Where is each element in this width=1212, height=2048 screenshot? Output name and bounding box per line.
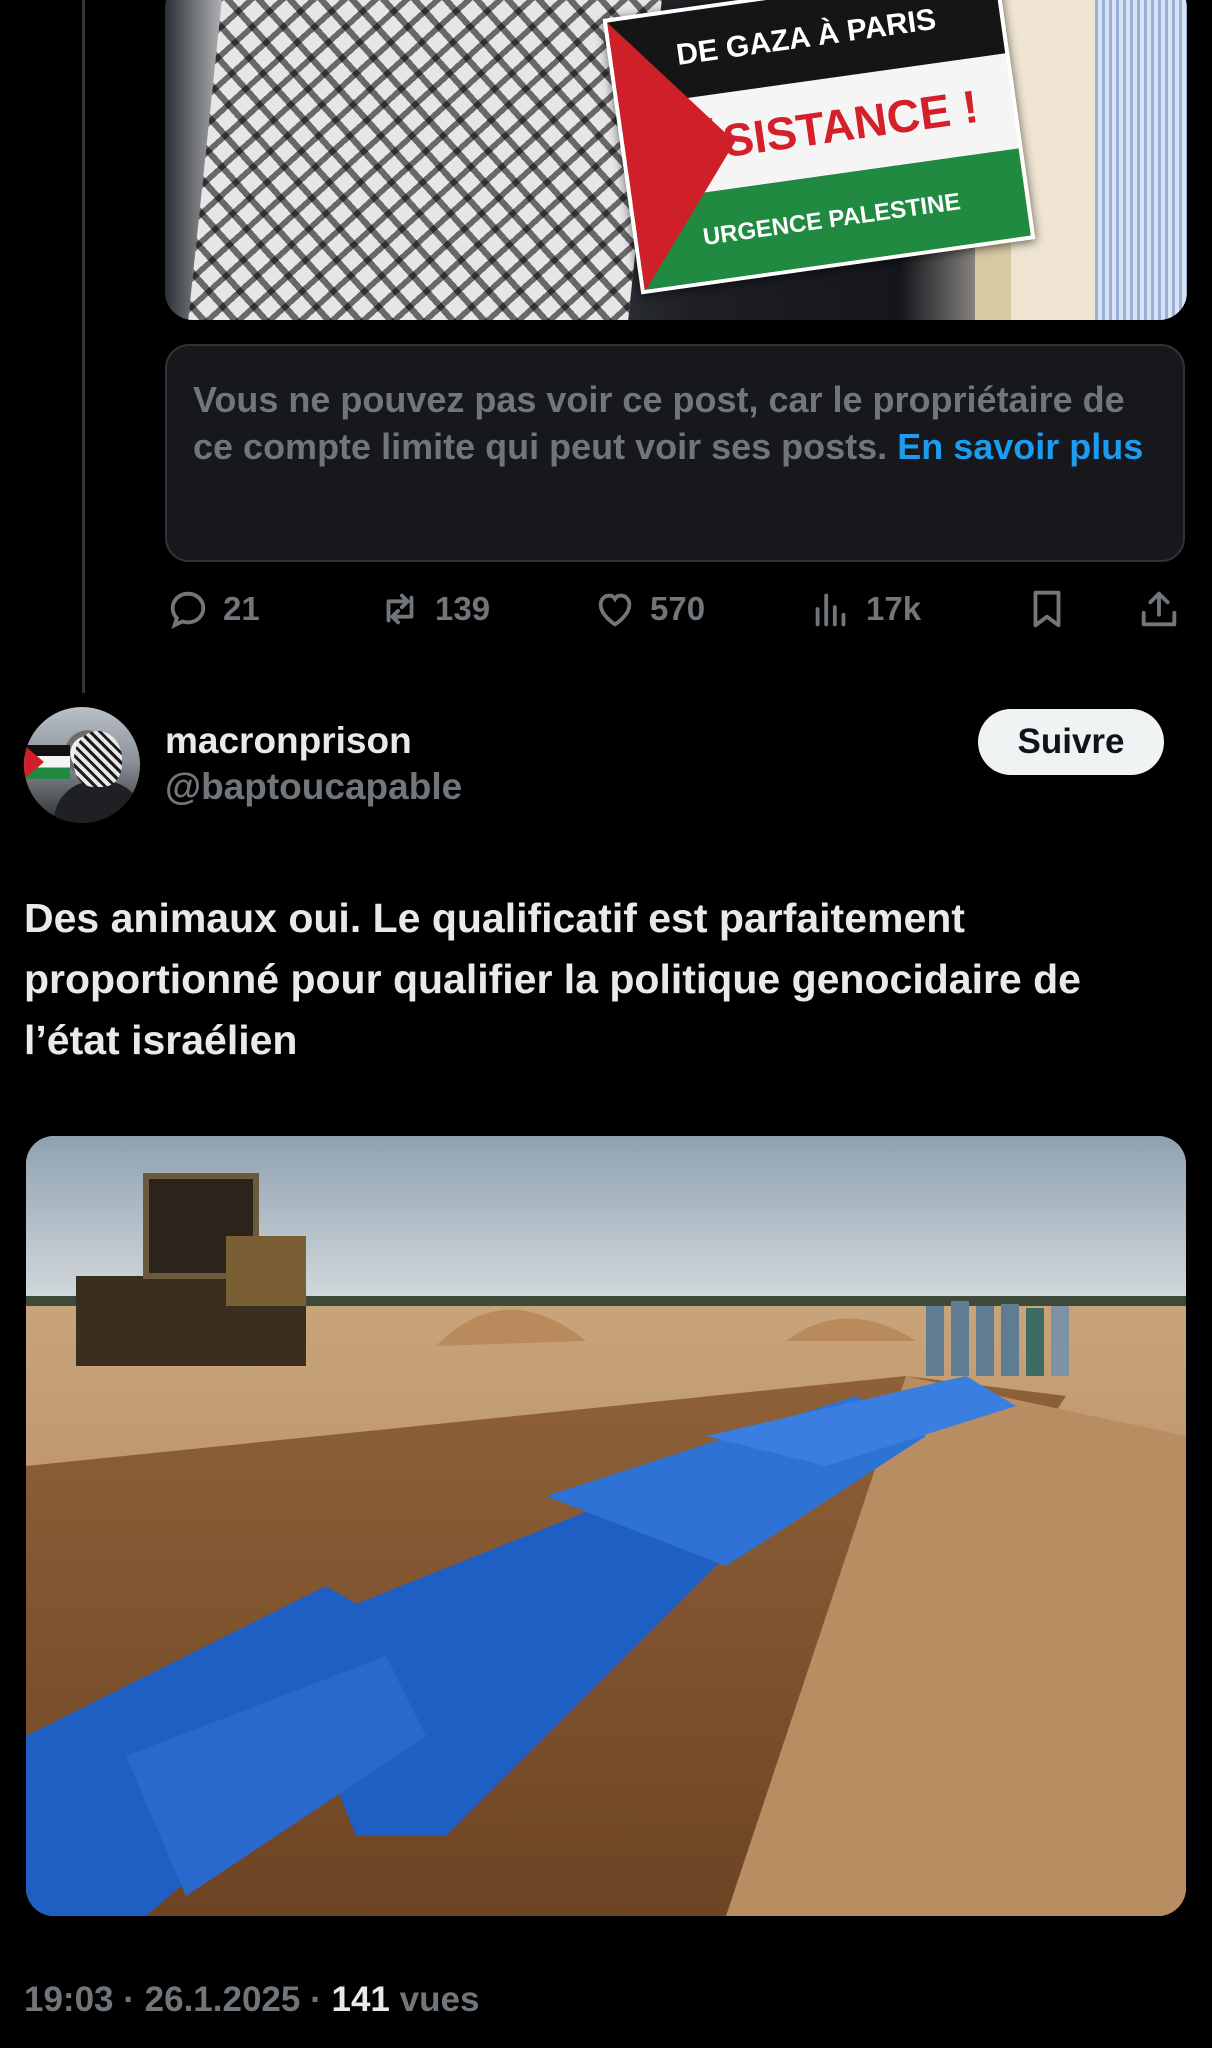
thread-line [82,0,85,693]
views-count: 17k [866,590,922,627]
learn-more-link[interactable]: En savoir plus [897,426,1143,467]
reply-icon [170,591,206,629]
striped-shirt [1095,0,1187,320]
follow-button[interactable]: Suivre [978,709,1164,775]
repost-icon [386,593,414,625]
post-image[interactable] [26,1136,1186,1916]
post-meta: 19:03 · 26.1.2025 · 141 vues [24,1980,479,2020]
previous-post-image[interactable]: DE GAZA À PARIS RÉSISTANCE ! URGENCE PAL… [165,0,1187,320]
repost-action[interactable]: 139 [377,582,490,636]
like-action[interactable]: 570 [592,582,705,636]
reply-count: 21 [223,590,260,627]
post-views-count: 141 [331,1980,390,2019]
views-icon [815,593,846,627]
author-handle[interactable]: @baptoucapable [165,766,462,808]
avatar-body [54,781,140,823]
protest-sign: DE GAZA À PARIS RÉSISTANCE ! URGENCE PAL… [602,0,1036,295]
avatar-flag-triangle [24,745,44,779]
post-text: Des animaux oui. Le qualificatif est par… [24,895,1081,1063]
sign-stick [975,235,1011,320]
share-action[interactable] [1136,582,1182,636]
repost-count: 139 [435,590,491,627]
views-action[interactable]: 17k [808,582,921,636]
keffiyeh-pattern [186,0,664,320]
author-name[interactable]: macronprison [165,720,412,762]
bookmark-icon [1033,590,1061,628]
post-time: 19:03 [24,1980,114,2019]
post-views-label: vues [399,1980,480,2019]
avatar-head [74,731,122,787]
post-date: 26.1.2025 [144,1980,301,2019]
bookmark-action[interactable] [1024,582,1070,636]
author-avatar[interactable] [24,707,140,823]
like-icon [598,593,632,627]
meta-separator-1: · [123,1980,145,2019]
meta-separator-2: · [310,1980,332,2019]
like-count: 570 [650,590,706,627]
reply-action[interactable]: 21 [165,582,260,636]
post-image-illustration [26,1136,1186,1916]
share-icon [1141,591,1177,627]
restricted-post-notice: Vous ne pouvez pas voir ce post, car le … [165,344,1185,562]
